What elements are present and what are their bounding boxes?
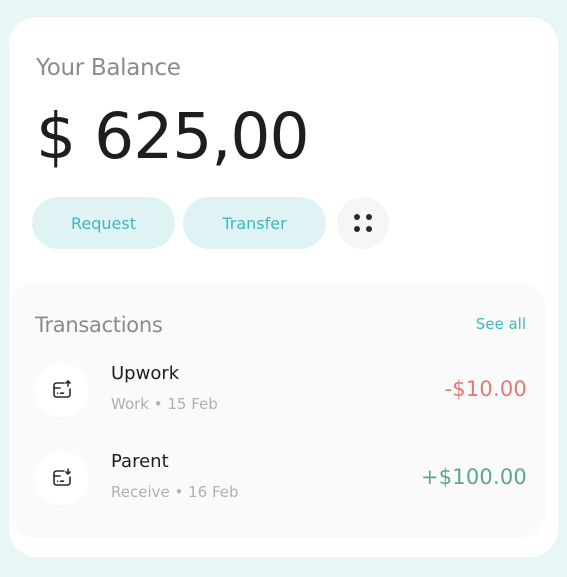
- transfer-button[interactable]: Transfer: [183, 197, 326, 249]
- transaction-name: Parent: [111, 451, 169, 472]
- balance-label: Your Balance: [36, 55, 181, 81]
- balance-card: Your Balance $ 625,00 Request Transfer T…: [9, 17, 558, 557]
- see-all-link[interactable]: See all: [476, 315, 526, 333]
- wallet-in-icon: [35, 451, 89, 505]
- wallet-out-icon: [35, 363, 89, 417]
- request-button[interactable]: Request: [32, 197, 175, 249]
- transaction-row[interactable]: Upwork Work • 15 Feb -$10.00: [35, 363, 535, 427]
- transaction-row[interactable]: Parent Receive • 16 Feb +$100.00: [35, 451, 535, 515]
- transaction-amount: +$100.00: [420, 465, 527, 489]
- transaction-meta: Receive • 16 Feb: [111, 483, 239, 501]
- transaction-name: Upwork: [111, 363, 180, 384]
- balance-amount: $ 625,00: [36, 100, 310, 173]
- transaction-amount: -$10.00: [444, 377, 527, 401]
- more-options-button[interactable]: [337, 197, 389, 249]
- transaction-meta: Work • 15 Feb: [111, 395, 218, 413]
- transactions-title: Transactions: [35, 313, 163, 337]
- transactions-panel: Transactions See all Upwork Work • 15 Fe…: [9, 283, 546, 538]
